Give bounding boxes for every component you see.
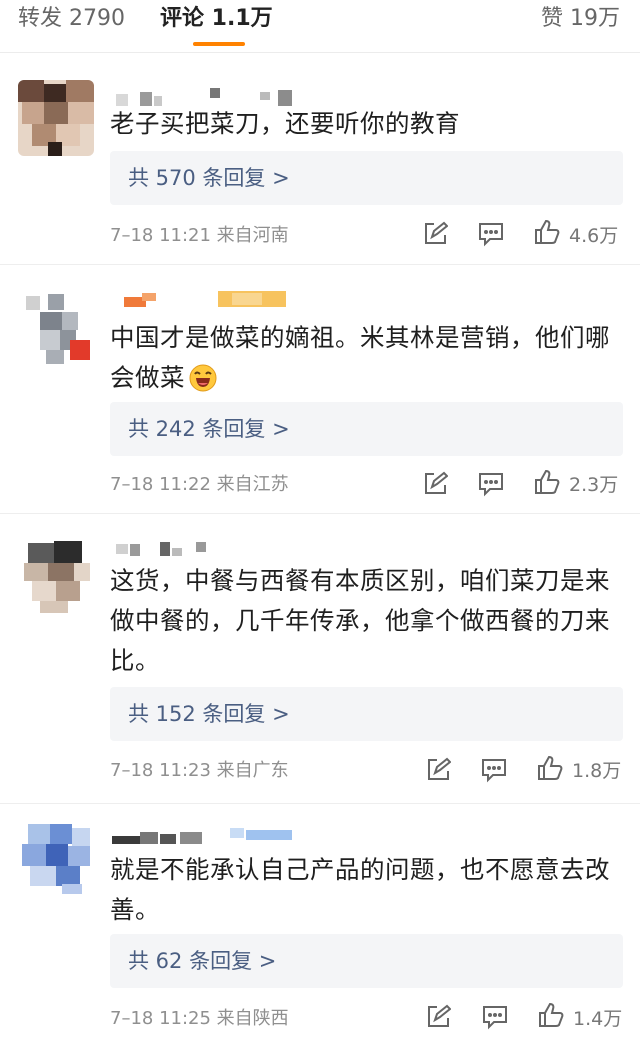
tab-like[interactable]: 赞 19万 bbox=[541, 2, 620, 36]
comment-meta: 7–18 11:25 来自陕西 bbox=[110, 1008, 289, 1029]
reply-summary[interactable]: 共 242 条回复 > bbox=[110, 402, 623, 456]
thumbs-up-icon[interactable] bbox=[537, 1001, 565, 1031]
comment-meta: 7–18 11:23 来自广东 bbox=[110, 760, 289, 781]
active-tab-indicator bbox=[193, 42, 245, 46]
comment-bubble-icon[interactable] bbox=[477, 471, 505, 501]
comment-bubble-icon[interactable] bbox=[480, 757, 508, 787]
like-count: 1.4万 bbox=[573, 1008, 623, 1030]
reply-count-link[interactable]: 共 152 条回复 > bbox=[128, 699, 290, 729]
username-masked[interactable] bbox=[110, 538, 220, 560]
comment-bubble-icon[interactable] bbox=[477, 221, 505, 251]
comment-meta: 7–18 11:22 来自江苏 bbox=[110, 474, 289, 495]
thumbs-up-icon[interactable] bbox=[533, 218, 561, 248]
thumbs-up-icon[interactable] bbox=[536, 754, 564, 784]
reply-count-link[interactable]: 共 570 条回复 > bbox=[128, 163, 290, 193]
like-count: 4.6万 bbox=[569, 225, 619, 247]
forward-icon[interactable] bbox=[425, 1004, 451, 1034]
thumbs-up-icon[interactable] bbox=[533, 468, 561, 498]
comment-item: 这货，中餐与西餐有本质区别，咱们菜刀是来做中餐的，几千年传承，他拿个做西餐的刀来… bbox=[0, 514, 640, 803]
reply-summary[interactable]: 共 152 条回复 > bbox=[110, 687, 623, 741]
comment-text: 这货，中餐与西餐有本质区别，咱们菜刀是来做中餐的，几千年传承，他拿个做西餐的刀来… bbox=[110, 566, 610, 675]
laughing-emoji-icon bbox=[189, 364, 217, 404]
comment-item: 中国才是做菜的嫡祖。米其林是营销，他们哪会做菜 共 242 条回复 > 7–18… bbox=[0, 265, 640, 513]
reply-summary[interactable]: 共 62 条回复 > bbox=[110, 934, 623, 988]
username-masked[interactable] bbox=[110, 826, 300, 848]
reply-count-link[interactable]: 共 62 条回复 > bbox=[128, 946, 276, 976]
comment-item: 老子买把菜刀，还要听你的教育 共 570 条回复 > 7–18 11:21 来自… bbox=[0, 52, 640, 264]
comment-meta: 7–18 11:21 来自河南 bbox=[110, 225, 289, 246]
reply-count-link[interactable]: 共 242 条回复 > bbox=[128, 414, 290, 444]
avatar[interactable] bbox=[18, 818, 94, 894]
reply-summary[interactable]: 共 570 条回复 > bbox=[110, 151, 623, 205]
like-count: 2.3万 bbox=[569, 474, 619, 496]
tab-repost[interactable]: 转发 2790 bbox=[18, 2, 125, 36]
avatar[interactable] bbox=[18, 290, 94, 366]
like-count: 1.8万 bbox=[572, 760, 622, 782]
comment-text-body: 中国才是做菜的嫡祖。米其林是营销，他们哪会做菜 bbox=[110, 323, 610, 392]
comment-text: 中国才是做菜的嫡祖。米其林是营销，他们哪会做菜 bbox=[110, 318, 625, 404]
forward-icon[interactable] bbox=[422, 471, 448, 501]
avatar[interactable] bbox=[18, 80, 94, 156]
comment-bubble-icon[interactable] bbox=[481, 1004, 509, 1034]
avatar[interactable] bbox=[18, 537, 94, 613]
username-masked[interactable] bbox=[110, 291, 300, 313]
comment-text: 老子买把菜刀，还要听你的教育 bbox=[110, 109, 460, 138]
comment-item: 就是不能承认自己产品的问题，也不愿意去改善。 共 62 条回复 > 7–18 1… bbox=[0, 804, 640, 1063]
forward-icon[interactable] bbox=[422, 221, 448, 251]
forward-icon[interactable] bbox=[425, 757, 451, 787]
comment-text: 就是不能承认自己产品的问题，也不愿意去改善。 bbox=[110, 855, 610, 924]
tab-comment[interactable]: 评论 1.1万 bbox=[160, 2, 273, 36]
comment-tabs-bar: 转发 2790 评论 1.1万 赞 19万 bbox=[0, 0, 640, 53]
